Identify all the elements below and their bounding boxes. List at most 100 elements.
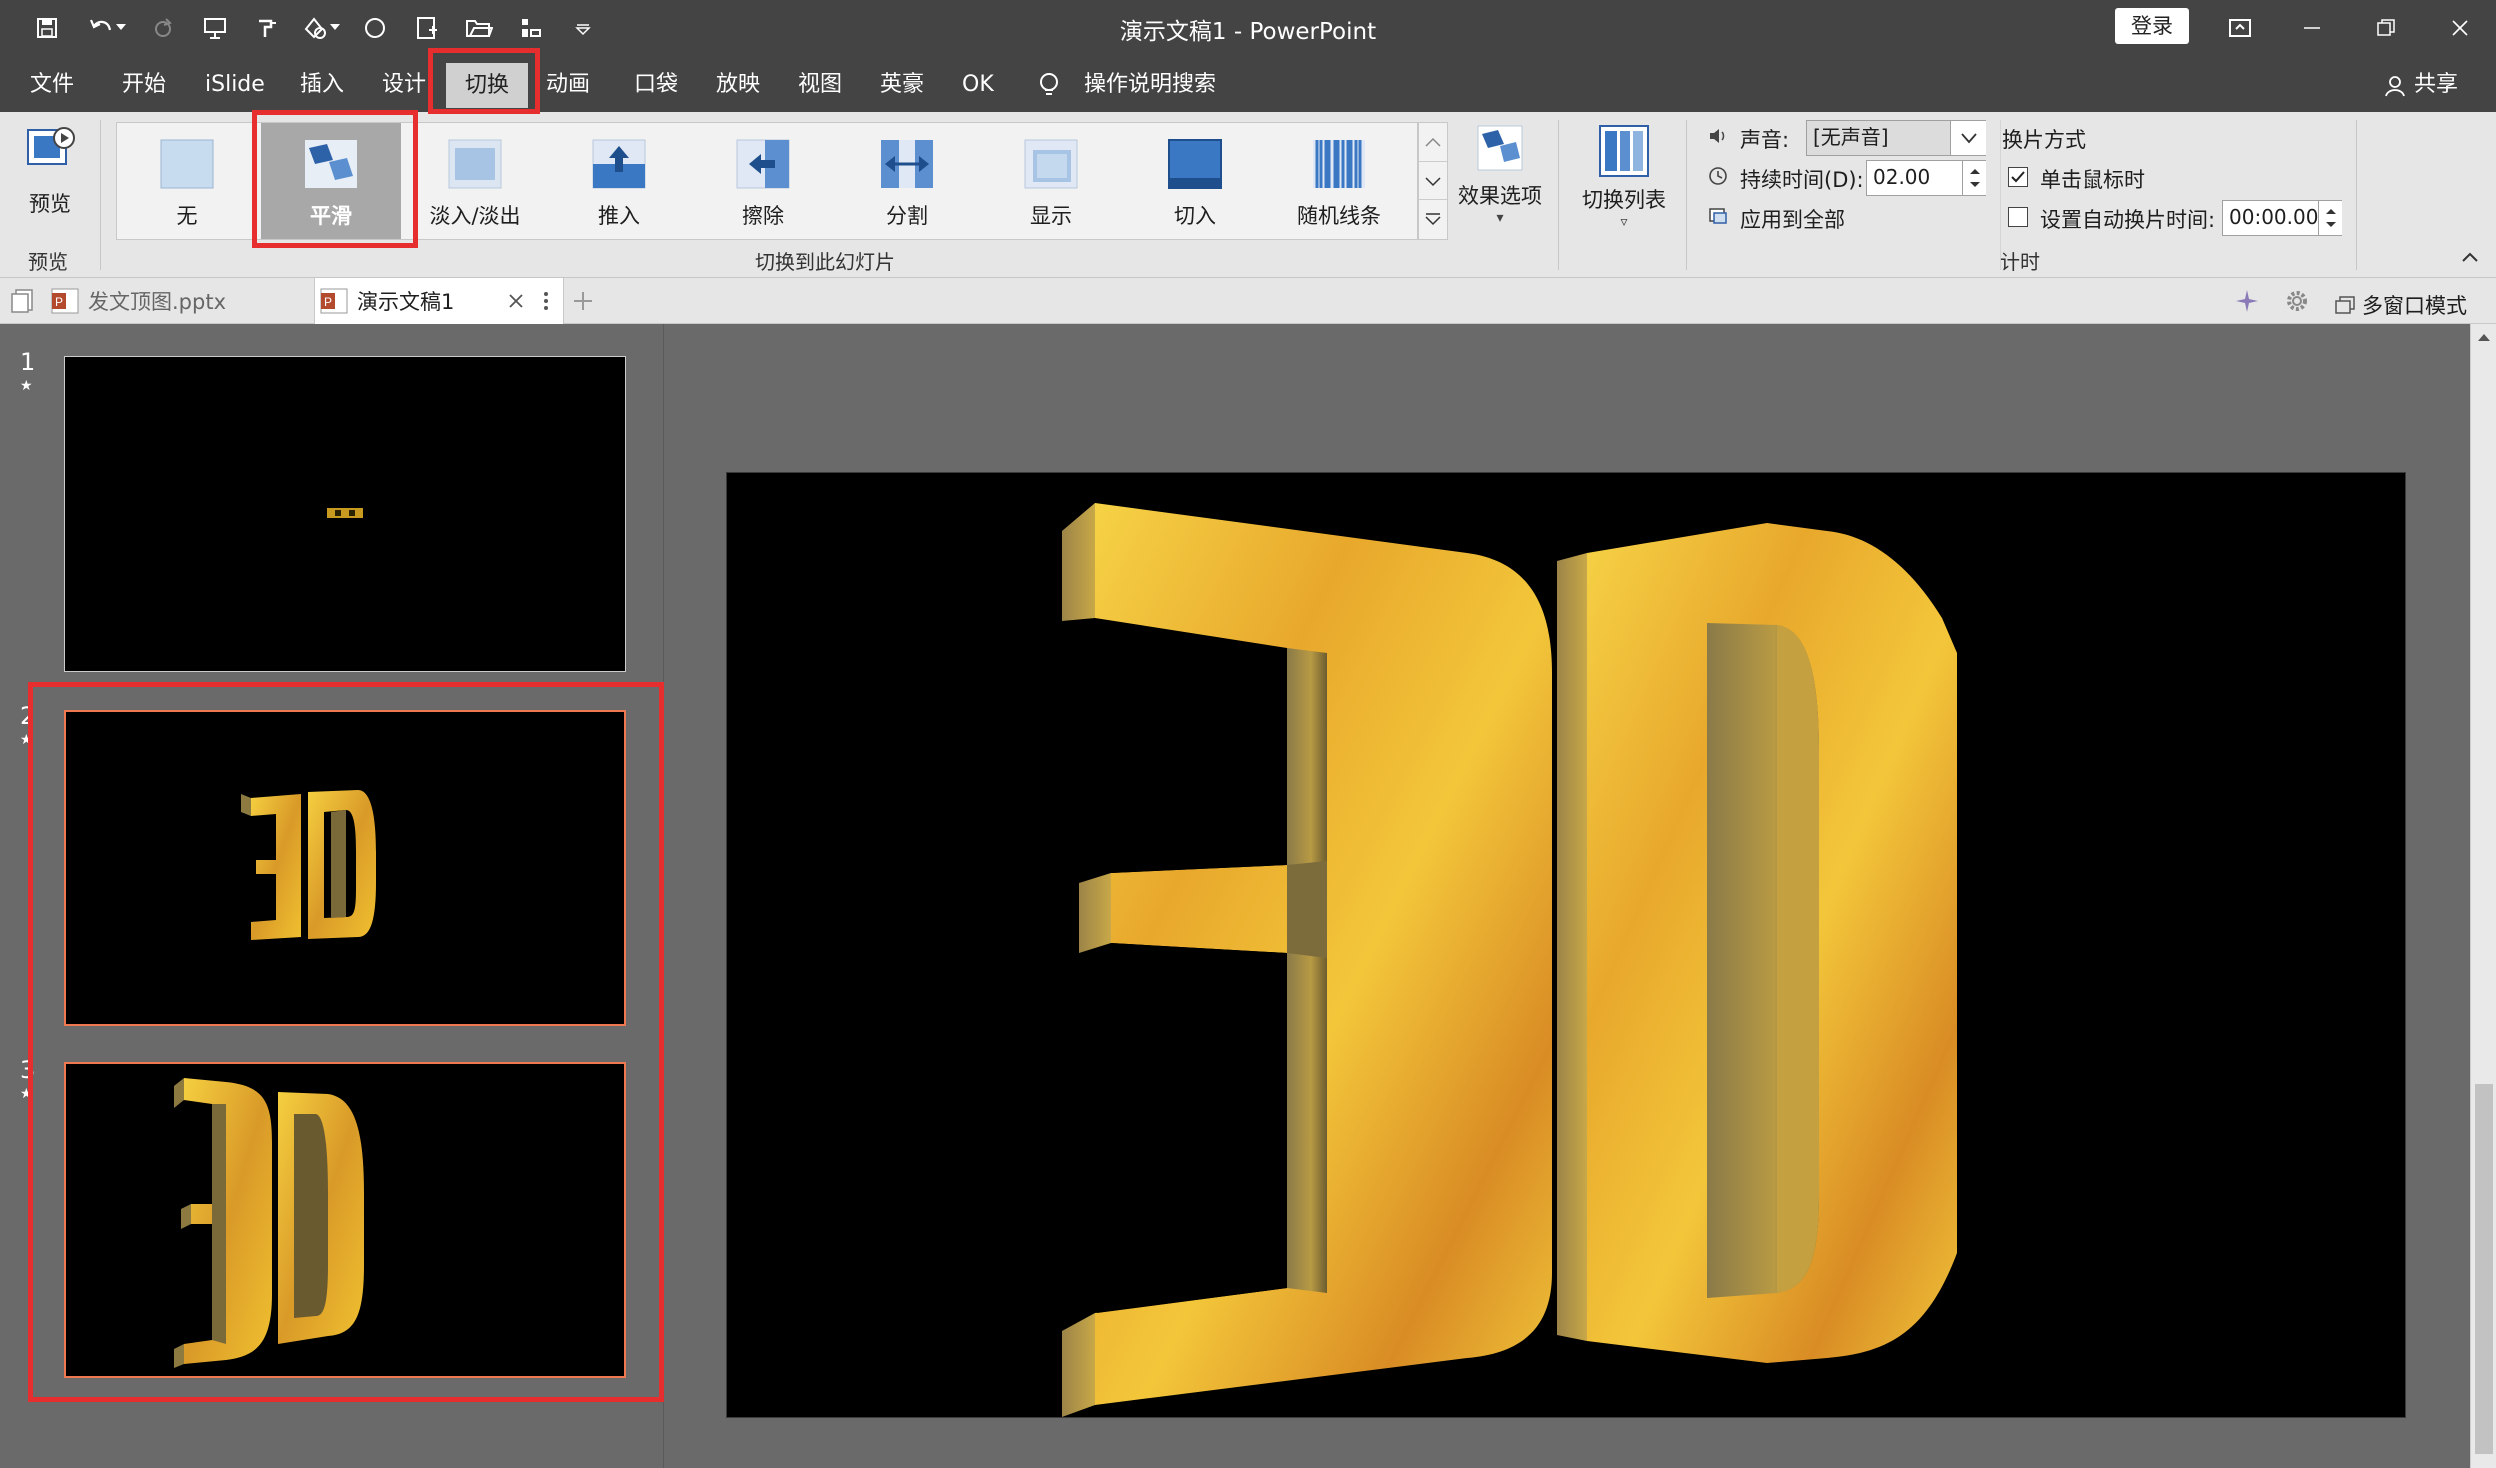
- transition-list-label: 切换列表: [1582, 188, 1666, 212]
- svg-text:P: P: [55, 295, 63, 309]
- timing-group-label: 计时: [2000, 250, 2040, 274]
- after-time-label: 设置自动换片时间:: [2040, 208, 2216, 232]
- effect-options-button[interactable]: 效果选项 ▾: [1452, 124, 1548, 226]
- scroll-thumb[interactable]: [2475, 1084, 2493, 1454]
- transition-reveal[interactable]: 显示: [981, 123, 1121, 239]
- tab-pocket[interactable]: 口袋: [634, 57, 678, 112]
- document-tab-strip: P 发文顶图.pptx P 演示文稿1 多窗口模式: [0, 278, 2496, 324]
- gallery-down-icon[interactable]: [1419, 161, 1447, 199]
- tab-slideshow[interactable]: 放映: [716, 57, 760, 112]
- vertical-scrollbar[interactable]: [2470, 324, 2496, 1468]
- transition-random-bars[interactable]: 随机线条: [1269, 123, 1409, 239]
- on-click-checkbox[interactable]: [2008, 167, 2028, 187]
- transition-split[interactable]: 分割: [837, 123, 977, 239]
- share-person-icon: [2384, 75, 2406, 97]
- multi-window-label: 多窗口模式: [2362, 294, 2467, 318]
- sound-label: 声音:: [1740, 128, 1790, 152]
- slide-3d-artwork: [1062, 503, 1957, 1417]
- apply-all-button[interactable]: 应用到全部: [1740, 204, 1845, 234]
- effect-options-label: 效果选项: [1458, 184, 1542, 208]
- tab-design[interactable]: 设计: [382, 57, 426, 112]
- tab-islide[interactable]: iSlide: [205, 57, 265, 112]
- sparkle-icon[interactable]: [2234, 288, 2260, 314]
- settings-gear-icon[interactable]: [2284, 288, 2310, 314]
- doc-tab-active[interactable]: P 演示文稿1: [314, 278, 564, 324]
- current-slide[interactable]: [726, 472, 2406, 1418]
- duration-value: 02.00: [1873, 165, 1931, 189]
- highlight-morph-transition: [252, 110, 418, 248]
- svg-text:P: P: [324, 295, 332, 309]
- slide-editor-canvas: [664, 324, 2470, 1468]
- transition-list-button[interactable]: 切换列表 ▿: [1570, 124, 1678, 230]
- tab-animations[interactable]: 动画: [546, 57, 590, 112]
- highlight-selected-slides: [28, 682, 664, 1402]
- ribbon-separator: [1558, 120, 1559, 270]
- sound-icon: [1708, 126, 1728, 146]
- after-time-spinner[interactable]: [2318, 201, 2342, 235]
- highlight-transitions-tab: [428, 48, 540, 114]
- preview-label: 预览: [29, 192, 71, 216]
- ribbon-separator: [2356, 120, 2357, 270]
- tab-home[interactable]: 开始: [122, 57, 166, 112]
- ribbon-separator: [1686, 120, 1687, 270]
- tab-ok[interactable]: OK: [962, 57, 994, 112]
- transition-group-label: 切换到此幻灯片: [755, 250, 895, 274]
- transition-none[interactable]: 无: [117, 123, 257, 239]
- tab-view[interactable]: 视图: [798, 57, 842, 112]
- transition-fade-icon: [448, 139, 502, 189]
- gallery-scroller: [1418, 122, 1448, 240]
- slide-number: 1: [20, 348, 36, 376]
- sound-dropdown-icon[interactable]: [1950, 121, 1986, 155]
- menu-bar: 文件 开始 iSlide 插入 设计 切换 动画 口袋 放映 视图 英豪 OK …: [0, 57, 2496, 112]
- ribbon-separator: [100, 120, 101, 270]
- transition-random-bars-label: 随机线条: [1297, 204, 1381, 228]
- doc-tab-inactive[interactable]: P 发文顶图.pptx: [50, 278, 314, 324]
- after-time-checkbox[interactable]: [2008, 207, 2028, 227]
- after-time-value: 00:00.00: [2229, 205, 2319, 229]
- transition-wipe[interactable]: 擦除: [693, 123, 833, 239]
- tab-more-icon[interactable]: [543, 291, 549, 311]
- transition-wipe-icon: [736, 139, 790, 189]
- transition-wipe-label: 擦除: [742, 204, 784, 228]
- transition-split-icon: [881, 140, 933, 188]
- transition-push-icon: [592, 139, 646, 189]
- advance-slide-header: 换片方式: [2002, 128, 2086, 152]
- transition-push-label: 推入: [598, 204, 640, 228]
- pptx-file-icon: P: [51, 288, 79, 314]
- transition-push[interactable]: 推入: [549, 123, 689, 239]
- close-icon[interactable]: [2432, 8, 2488, 48]
- clock-icon: [1708, 166, 1728, 186]
- on-click-label: 单击鼠标时: [2040, 168, 2145, 192]
- transition-list-icon: [1599, 125, 1649, 177]
- transition-fade[interactable]: 淡入/淡出: [405, 123, 545, 239]
- slide-thumbnail-1[interactable]: [64, 356, 626, 672]
- documents-icon[interactable]: [10, 288, 36, 314]
- close-tab-icon[interactable]: [507, 292, 525, 310]
- transition-cut[interactable]: 切入: [1125, 123, 1265, 239]
- preview-group-label: 预览: [28, 250, 68, 274]
- tab-yinghao[interactable]: 英豪: [880, 57, 924, 112]
- tab-file[interactable]: 文件: [30, 57, 74, 112]
- scroll-up-icon[interactable]: [2475, 330, 2493, 344]
- minimize-icon[interactable]: [2284, 8, 2340, 48]
- title-bar: 演示文稿1 - PowerPoint 登录: [0, 0, 2496, 57]
- preview-button[interactable]: 预览: [20, 124, 80, 234]
- transition-random-bars-icon: [1313, 140, 1365, 188]
- new-tab-icon[interactable]: [572, 290, 594, 312]
- tell-me-search[interactable]: 操作说明搜索: [1084, 57, 1216, 112]
- collapse-ribbon-icon[interactable]: [2460, 250, 2480, 264]
- share-button[interactable]: 共享: [2414, 57, 2458, 112]
- doc-tab-active-name: 演示文稿1: [357, 290, 455, 314]
- login-button[interactable]: 登录: [2115, 8, 2189, 44]
- restore-icon[interactable]: [2358, 8, 2414, 48]
- duration-spinner[interactable]: [1962, 161, 1986, 195]
- duration-label: 持续时间(D):: [1740, 168, 1864, 192]
- gallery-up-icon[interactable]: [1419, 123, 1447, 161]
- transition-cut-icon: [1168, 139, 1222, 189]
- multi-window-button[interactable]: 多窗口模式: [2334, 290, 2467, 320]
- ribbon-display-icon[interactable]: [2212, 8, 2268, 48]
- transition-cut-label: 切入: [1174, 204, 1216, 228]
- transition-reveal-icon: [1024, 139, 1078, 189]
- gallery-more-icon[interactable]: [1419, 199, 1447, 237]
- tab-insert[interactable]: 插入: [300, 57, 344, 112]
